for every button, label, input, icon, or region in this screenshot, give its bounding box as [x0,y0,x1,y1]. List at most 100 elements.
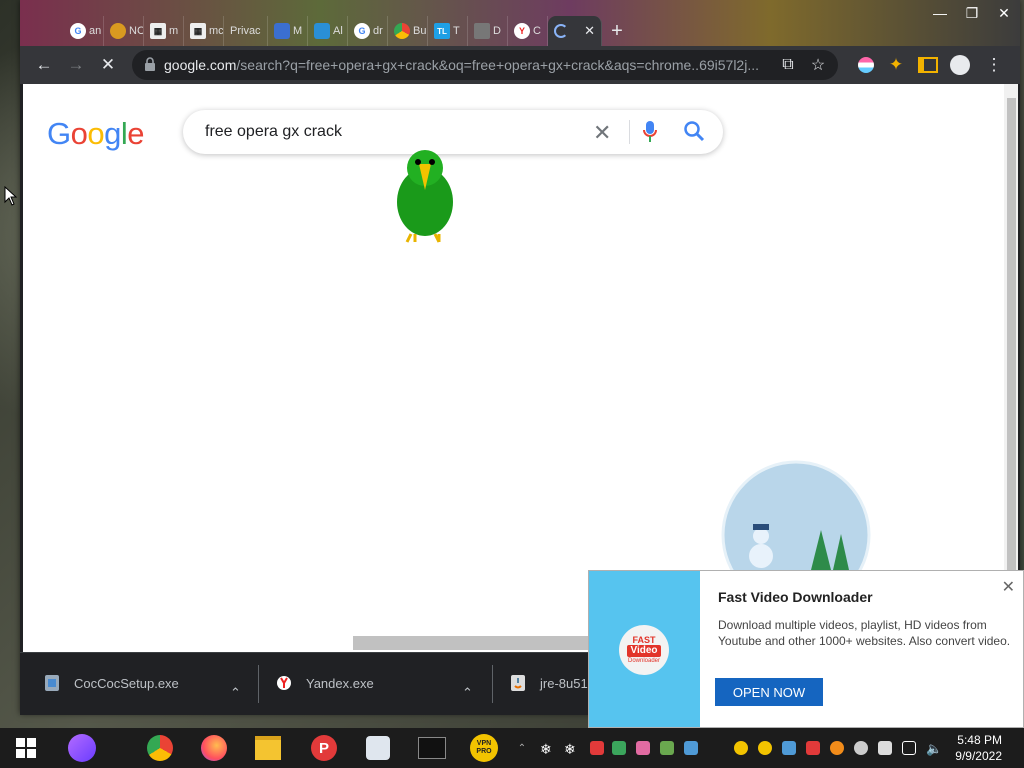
snowflake-icon[interactable]: ❄ [564,741,578,757]
windows-start-icon[interactable] [12,734,40,762]
tray-app-icon[interactable] [612,741,626,755]
download-name: CocCocSetup.exe [74,675,179,691]
tray-app-icon[interactable] [878,741,892,755]
tab[interactable]: M [268,16,308,46]
tab[interactable]: ▦ m [144,16,184,46]
forward-icon[interactable]: → [66,55,86,75]
logo-letter: g [104,116,121,151]
tab[interactable]: G an [64,16,104,46]
tray-app-icon[interactable] [854,741,868,755]
scrollbar-thumb[interactable] [1007,98,1016,638]
snipping-tool-icon[interactable] [364,734,392,762]
minimize-icon[interactable]: — [924,0,956,26]
vpn-pro-icon[interactable]: VPN PRO [470,734,498,762]
open-now-button[interactable]: OPEN NOW [715,678,823,706]
chrome-taskbar-icon[interactable] [146,734,174,762]
logo-letter: e [127,116,145,151]
cube-icon [474,23,490,39]
bank-icon: ▦ [190,23,206,39]
download-item[interactable]: Yandex.exe [276,665,374,701]
volume-icon[interactable]: 🔈 [926,741,942,756]
download-item[interactable]: CocCocSetup.exe [44,665,179,701]
notification-side-panel: FAST Video Downloader [589,571,700,727]
app-p-icon[interactable]: P [310,734,338,762]
clear-search-icon[interactable]: ✕ [593,120,611,146]
side-panel-icon[interactable] [918,55,938,75]
tray-app-icon[interactable] [636,741,650,755]
download-item[interactable]: jre-8u51 [510,665,588,701]
menu-kebab-icon[interactable]: ⋮ [984,55,1004,75]
tab[interactable]: TL T [428,16,468,46]
tab[interactable]: Y C [508,16,548,46]
tab-label: NC [129,25,144,37]
snowflake-icon[interactable]: ❄ [540,741,554,757]
alice-assistant-icon[interactable] [68,734,96,762]
close-window-icon[interactable]: ✕ [988,0,1020,26]
chevron-up-icon[interactable]: ⌃ [230,675,241,711]
profile-avatar-icon[interactable] [950,55,970,75]
tray-app-icon[interactable] [660,741,674,755]
tab-label: Al [333,25,343,37]
tray-app-icon[interactable] [782,741,796,755]
close-icon[interactable]: ✕ [1002,577,1015,597]
tab-strip: G an NC ▦ m ▦ mc Privac M Al G dr Bu TL … [64,14,632,46]
stop-loading-icon[interactable]: ✕ [98,55,118,75]
tab[interactable]: Bu [388,16,428,46]
back-icon[interactable]: ← [34,55,54,75]
tray-app-icon[interactable] [734,741,748,755]
address-bar[interactable]: google.com/search?q=free+opera+gx+crack&… [132,50,838,80]
network-icon[interactable] [902,741,916,755]
logo-letter: G [47,116,71,151]
search-icon[interactable] [683,120,705,142]
tab[interactable]: Privac [224,16,268,46]
file-explorer-icon[interactable] [254,734,282,762]
extensions-puzzle-icon[interactable]: ✦ [886,55,906,75]
tab[interactable]: G dr [348,16,388,46]
tab[interactable]: D [468,16,508,46]
tray-app-icon[interactable] [684,741,698,755]
tab-active[interactable]: ✕ [548,16,602,46]
chevron-up-icon[interactable]: ⌃ [516,734,528,762]
download-divider [492,665,493,703]
logo-text: FAST [632,634,656,645]
java-icon [511,675,525,691]
bookmark-star-icon[interactable]: ☆ [808,55,828,75]
vpn-pro-label: VPN PRO [470,734,498,762]
tab-label: D [493,25,501,37]
chevron-up-icon[interactable]: ⌃ [462,675,473,711]
chrome-icon [394,23,410,39]
parrot-mascot-icon [397,150,453,243]
google-logo[interactable]: Google [47,116,145,152]
new-tab-button[interactable]: + [602,16,632,46]
microphone-icon[interactable] [643,120,657,144]
maximize-icon[interactable]: ❐ [956,0,988,26]
search-tray-icon[interactable] [830,741,844,755]
ad-notification-popup: FAST Video Downloader Fast Video Downloa… [588,570,1024,728]
tab-label: M [293,25,303,37]
tray-app-icon[interactable] [806,741,820,755]
tray-app-icon[interactable] [590,741,604,755]
vertical-scrollbar[interactable] [1004,84,1018,652]
close-tab-icon[interactable]: ✕ [584,23,601,39]
browser-toolbar: ← → ✕ google.com/search?q=free+opera+gx+… [20,46,1020,84]
site-icon [110,23,126,39]
tab[interactable]: ▦ mc [184,16,224,46]
horizontal-scrollbar[interactable] [353,636,613,650]
google-icon: G [70,23,86,39]
share-icon[interactable]: ⧉ [778,55,798,75]
shield-icon [274,23,290,39]
yandex-icon: Y [514,23,530,39]
extension-flag-icon[interactable] [856,55,876,75]
system-clock[interactable]: 5:48 PM 9/9/2022 [955,732,1002,764]
download-name: jre-8u51 [540,675,588,691]
tray-app-icon[interactable] [758,741,772,755]
installer-icon [45,675,59,691]
browser-titlebar: G an NC ▦ m ▦ mc Privac M Al G dr Bu TL … [20,0,1020,46]
logo-text: Downloader [627,657,661,664]
terminal-icon[interactable] [418,734,446,762]
tab[interactable]: Al [308,16,348,46]
tab[interactable]: NC [104,16,144,46]
download-name: Yandex.exe [306,675,374,691]
search-input[interactable]: free opera gx crack [205,123,342,141]
firefox-taskbar-icon[interactable] [200,734,228,762]
